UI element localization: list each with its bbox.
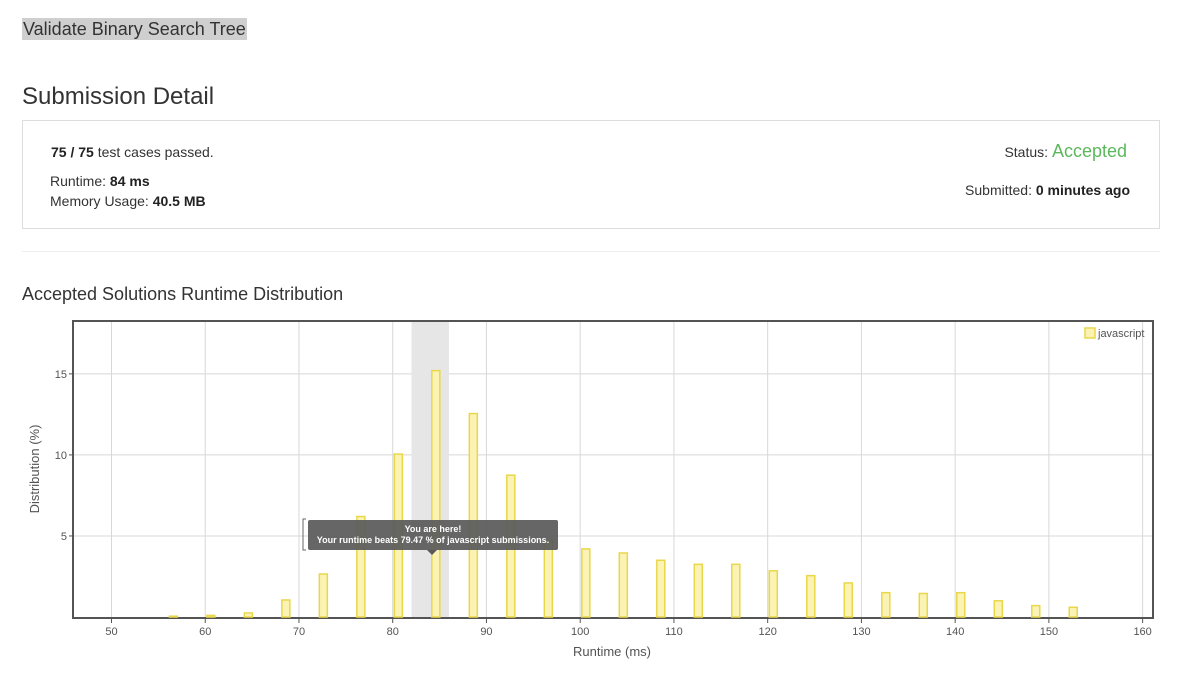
y-axis-ticks: 5 10 15 [55, 369, 73, 543]
bar[interactable] [468, 412, 479, 618]
bar[interactable] [881, 591, 891, 618]
x-tick-label: 80 [387, 626, 399, 638]
tooltip-heading: You are here! [405, 524, 462, 534]
bar[interactable] [918, 592, 929, 618]
current-runtime-highlight [411, 322, 449, 617]
bar[interactable] [731, 563, 741, 618]
memory-row: Memory Usage: 40.5 MB [50, 193, 206, 209]
legend-swatch [1084, 327, 1096, 339]
legend-label: javascript [1097, 328, 1144, 340]
bar[interactable] [1068, 606, 1079, 618]
x-tick-label: 110 [665, 626, 683, 638]
y-tick-label: 10 [55, 450, 67, 462]
status-badge[interactable]: Accepted [1052, 141, 1127, 161]
y-tick-label: 5 [61, 531, 67, 543]
runtime-label: Runtime: [50, 173, 107, 189]
bar[interactable] [281, 599, 291, 618]
status-label: Status: [1004, 144, 1049, 160]
submission-detail-panel: 75 / 75 test cases passed. Runtime: 84 m… [22, 120, 1160, 229]
submitted-row: Submitted: 0 minutes ago [965, 182, 1130, 198]
tooltip-message: Your runtime beats 79.47 % of javascript… [317, 535, 549, 545]
section-divider [22, 251, 1160, 252]
x-tick-label: 90 [480, 626, 492, 638]
x-tick-label: 100 [571, 626, 589, 638]
runtime-value: 84 ms [109, 173, 150, 189]
problem-title-link[interactable]: Validate Binary Search Tree [22, 18, 247, 40]
x-tick-label: 140 [946, 626, 964, 638]
page-title: Submission Detail [22, 83, 215, 110]
passed-suffix: test cases passed. [97, 144, 214, 160]
bar[interactable] [206, 614, 216, 618]
bar[interactable] [693, 563, 704, 618]
bar[interactable] [431, 369, 441, 618]
runtime-distribution-chart: 50 60 70 80 90 100 110 120 130 140 150 160 5 10 15 Ru… [27, 320, 1154, 659]
submitted-value: 0 minutes ago [1035, 182, 1130, 198]
x-tick-label: 70 [293, 626, 305, 638]
bar[interactable] [843, 582, 854, 618]
bar[interactable] [168, 615, 179, 618]
bar[interactable] [768, 570, 779, 618]
bar[interactable] [956, 591, 966, 618]
bar[interactable] [1031, 604, 1041, 618]
x-tick-label: 60 [199, 626, 211, 638]
x-tick-label: 50 [105, 626, 117, 638]
runtime-row: Runtime: 84 ms [50, 173, 150, 189]
bar[interactable] [543, 540, 554, 618]
bar[interactable] [318, 573, 329, 618]
passed-count: 75 / 75 [51, 144, 94, 160]
runtime-tooltip: You are here! Your runtime beats 79.47 %… [302, 518, 558, 555]
x-tick-label: 120 [758, 626, 776, 638]
bar[interactable] [618, 552, 629, 618]
bar[interactable] [656, 559, 666, 618]
y-axis-label: Distribution (%) [27, 425, 42, 514]
bar[interactable] [243, 612, 254, 618]
test-cases-summary: 75 / 75 test cases passed. [51, 144, 214, 160]
bar[interactable] [581, 548, 591, 618]
legend: javascript [1084, 327, 1144, 340]
x-axis-label: Runtime (ms) [573, 644, 651, 659]
submitted-label: Submitted: [965, 182, 1032, 198]
bar[interactable] [993, 600, 1004, 618]
x-tick-label: 130 [852, 626, 870, 638]
memory-label: Memory Usage: [50, 193, 149, 209]
bar[interactable] [806, 574, 816, 618]
status-row: Status: Accepted [1004, 141, 1127, 162]
y-tick-label: 15 [55, 369, 67, 381]
chart-section-title: Accepted Solutions Runtime Distribution [22, 284, 344, 304]
plot-frame [72, 320, 1154, 619]
x-axis-ticks: 50 60 70 80 90 100 110 120 130 140 150 160 [105, 618, 1152, 638]
memory-value: 40.5 MB [152, 193, 206, 209]
x-tick-label: 150 [1040, 626, 1058, 638]
x-tick-label: 160 [1133, 626, 1151, 638]
